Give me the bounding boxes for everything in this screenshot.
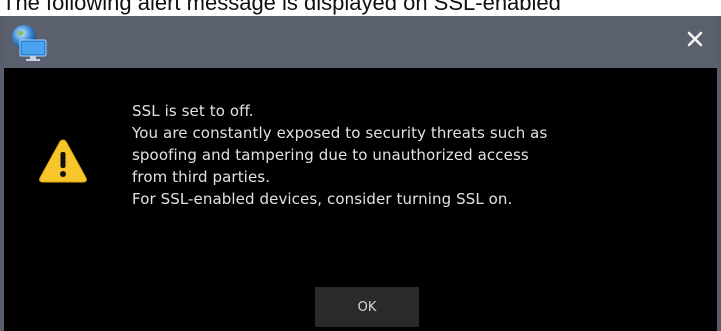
message-line: from third parties. [132, 168, 271, 186]
message-line: SSL is set to off. [132, 102, 254, 120]
ok-button[interactable]: OK [315, 287, 419, 327]
close-icon [686, 30, 704, 52]
dialog-titlebar [4, 16, 717, 68]
message-line: spoofing and tampering due to unauthoriz… [132, 146, 529, 164]
warning-triangle-icon [38, 138, 88, 184]
close-button[interactable] [677, 24, 713, 58]
alert-message: SSL is set to off. You are constantly ex… [132, 100, 692, 210]
globe-monitor-icon [8, 22, 48, 62]
caption-text: The following alert message is displayed… [2, 0, 561, 15]
message-line: You are constantly exposed to security t… [132, 124, 548, 142]
message-line: For SSL-enabled devices, consider turnin… [132, 190, 513, 208]
alert-dialog: SSL is set to off. You are constantly ex… [0, 16, 721, 331]
